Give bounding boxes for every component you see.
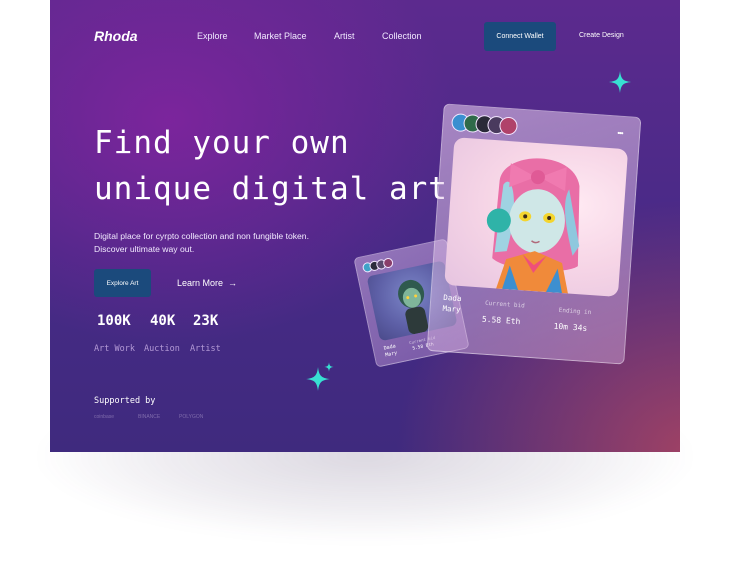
featured-ending-value: 10m 34s [553, 321, 588, 333]
nft-artwork-featured [444, 137, 629, 297]
stat-artwork-value: 100K [97, 313, 131, 329]
featured-artist-first: Dada [443, 292, 462, 304]
partner-binance-logo: BINANCE [138, 414, 161, 420]
small-card-artist-last: Mary [384, 350, 398, 359]
hero-title-line1: Find your own [94, 125, 350, 161]
hero-description-line1: Digital place for cyrpto collection and … [94, 231, 309, 241]
stat-auction-value: 40K [150, 313, 176, 329]
hero-description: Digital place for cyrpto collection and … [94, 230, 354, 256]
arrow-right-icon: → [228, 278, 238, 288]
avatar [498, 116, 519, 136]
stat-artwork-label: Art Work [94, 344, 135, 354]
nav-explore[interactable]: Explore [197, 31, 228, 41]
hero-description-line2: Discover ultimate way out. [94, 244, 195, 254]
nft-card-featured[interactable]: ••• Dada Mary Current bid 5.58 Eth Endin… [426, 103, 642, 365]
nav-artist[interactable]: Artist [334, 31, 355, 41]
create-design-button[interactable]: Create Design [579, 32, 624, 39]
partner-polygon-logo: POLYGON [179, 414, 204, 420]
featured-bid-value: 5.58 Eth [481, 314, 521, 327]
featured-artist-last: Mary [442, 303, 461, 315]
explore-art-button[interactable]: Explore Art [94, 269, 151, 297]
landing-page: Rhoda Explore Market Place Artist Collec… [50, 0, 680, 452]
stat-artist-label: Artist [190, 344, 221, 354]
stat-artist-value: 23K [193, 313, 219, 329]
nav-collection[interactable]: Collection [382, 31, 422, 41]
hero-title-line2: unique digital art [94, 171, 448, 207]
sparkle-icon [609, 71, 631, 93]
connect-wallet-button[interactable]: Connect Wallet [484, 22, 556, 51]
featured-bid-label: Current bid [484, 299, 525, 310]
partner-coinbase-logo: coinbase [94, 414, 115, 420]
supported-by-title: Supported by [94, 396, 156, 406]
featured-ending-label: Ending in [558, 306, 592, 317]
learn-more-label: Learn More [177, 278, 224, 288]
learn-more-link[interactable]: Learn More → [177, 278, 237, 288]
more-options-icon[interactable]: ••• [617, 129, 623, 138]
stat-auction-label: Auction [144, 344, 180, 354]
sparkle-icon [324, 362, 334, 372]
brand-logo[interactable]: Rhoda [94, 28, 138, 44]
nav-market-place[interactable]: Market Place [254, 31, 307, 41]
